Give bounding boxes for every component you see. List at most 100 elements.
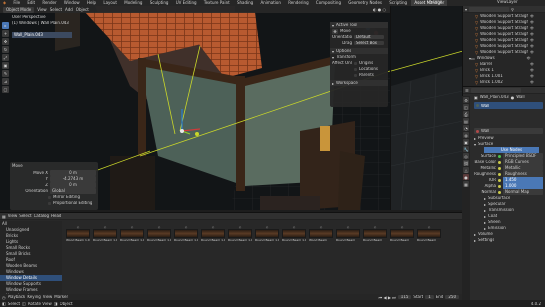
move-tool-icon[interactable]: ✥ xyxy=(2,38,9,45)
move-orientation-dropdown[interactable]: Global xyxy=(50,188,96,194)
render-tab-icon[interactable]: ◫ xyxy=(463,104,469,110)
current-frame-field[interactable]: 115 xyxy=(397,295,412,299)
viewport-menu-object[interactable]: Object xyxy=(76,7,89,12)
collapse-icon[interactable]: ▾ xyxy=(474,142,476,147)
asset-card[interactable]: ◇ Wood Beam 1.00 xyxy=(66,225,90,295)
visibility-eye-icon[interactable]: 👁 xyxy=(530,80,534,84)
play-controls-icon[interactable]: ⏮ ◀ ▶ ⏭ xyxy=(379,295,396,300)
subsection-sheen[interactable]: Sheen xyxy=(488,220,501,224)
timeline-menu-marker[interactable]: Marker xyxy=(54,295,68,299)
orientation-dropdown[interactable]: Default xyxy=(354,35,384,39)
collapse-icon[interactable]: ▸ xyxy=(474,136,476,141)
annotate-tool-icon[interactable]: ✎ xyxy=(2,70,9,77)
asset-card[interactable]: ◇Round Beam 1.00 xyxy=(120,225,144,295)
timeline-editor-icon[interactable]: ◷ xyxy=(2,295,6,300)
asset-card[interactable]: ◇ Round Beam xyxy=(417,225,441,295)
asset-card[interactable]: ◇Round Beam 1.00 xyxy=(228,225,252,295)
object-tab-icon[interactable]: ▣ xyxy=(463,139,469,145)
collapse-icon[interactable]: ▾ xyxy=(332,23,334,28)
select-tool-icon[interactable]: ▸ xyxy=(2,22,9,29)
material-slot-item[interactable]: Wall xyxy=(481,104,489,108)
asset-menu-catalog[interactable]: Catalog xyxy=(34,214,49,218)
collapse-icon[interactable]: ▸ xyxy=(484,214,486,219)
collapse-icon[interactable]: ▾ xyxy=(332,49,334,54)
surface-section[interactable]: Surface xyxy=(478,142,493,146)
alpha-socket-icon[interactable] xyxy=(498,184,501,188)
collapse-icon[interactable]: ▸ xyxy=(474,232,476,237)
filter-funnel-icon[interactable]: ⚲ xyxy=(511,7,514,12)
output-tab-icon[interactable]: ⎙ xyxy=(463,111,469,117)
asset-card[interactable]: ◇Round Beam 1.00 xyxy=(147,225,171,295)
asset-menu-select[interactable]: Select xyxy=(19,214,31,218)
viewport-menu-select[interactable]: Select xyxy=(50,7,62,12)
workspace-title[interactable]: Workspace xyxy=(336,81,358,85)
subsection-coat[interactable]: Coat xyxy=(488,214,497,218)
data-tab-icon[interactable]: △ xyxy=(463,167,469,173)
visibility-eye-icon[interactable]: 👁 xyxy=(530,68,534,72)
scene-tab-icon[interactable]: ◔ xyxy=(463,125,469,131)
shading-mode-icon[interactable]: ◐ ● ○ xyxy=(373,7,386,12)
visibility-eye-icon[interactable]: 👁 xyxy=(527,56,531,60)
visibility-eye-icon[interactable]: 👁 xyxy=(530,44,534,48)
volume-section[interactable]: Volume xyxy=(478,232,493,236)
collapse-icon[interactable]: ▸ xyxy=(332,81,334,86)
asset-card[interactable]: ◇Round Beam 1.00 xyxy=(93,225,117,295)
collapse-icon[interactable]: ▸ xyxy=(474,238,476,243)
tool-tab-icon[interactable]: ⚙ xyxy=(463,97,469,103)
asset-card[interactable]: ◇Round Beam 1.00 xyxy=(282,225,306,295)
collapse-icon[interactable]: ▸ xyxy=(484,202,486,207)
texture-tab-icon[interactable]: ▦ xyxy=(463,181,469,187)
modifier-tab-icon[interactable]: 🔧 xyxy=(463,146,469,152)
physics-tab-icon[interactable]: ◎ xyxy=(463,153,469,159)
material-datablock-field[interactable]: Wall xyxy=(481,129,489,133)
start-frame-field[interactable]: 1 xyxy=(425,295,434,299)
scene-selector[interactable]: Scene xyxy=(430,0,442,4)
measure-tool-icon[interactable]: ⊿ xyxy=(2,78,9,85)
scale-tool-icon[interactable]: ⤢ xyxy=(2,54,9,61)
asset-card[interactable]: ◇Round Beam 1.00 xyxy=(201,225,225,295)
add-cube-tool-icon[interactable]: ▢ xyxy=(2,86,9,93)
asset-card[interactable]: ◇ Round Beam xyxy=(390,225,414,295)
asset-card[interactable]: ◇ Round Beam xyxy=(336,225,360,295)
transform-title[interactable]: Transform xyxy=(336,55,356,59)
asset-card[interactable]: ◇ Round Beam xyxy=(363,225,387,295)
asset-menu-head[interactable]: Head xyxy=(51,214,61,218)
properties-editor-icon[interactable]: ☰ xyxy=(465,88,469,93)
base-color-socket-icon[interactable] xyxy=(498,160,501,164)
outliner-search-input[interactable] xyxy=(469,6,510,12)
collapse-icon[interactable]: ▸ xyxy=(484,220,486,225)
normal-socket-icon[interactable] xyxy=(498,190,501,194)
active-object-header[interactable]: Wall_Plain.043 xyxy=(12,32,72,38)
visibility-eye-icon[interactable]: 👁 xyxy=(530,62,534,66)
ior-socket-icon[interactable] xyxy=(498,178,501,182)
normal-field[interactable]: Normal Map xyxy=(503,189,543,195)
asset-card[interactable]: ◇Round Beam 1.00 xyxy=(174,225,198,295)
parents-checkbox[interactable] xyxy=(354,73,357,77)
visibility-eye-icon[interactable]: 👁 xyxy=(530,26,534,30)
viewport-menu-view[interactable]: View xyxy=(37,7,47,12)
visibility-eye-icon[interactable]: 👁 xyxy=(530,38,534,42)
active-tool-title[interactable]: Active Tool xyxy=(336,23,357,27)
timeline-menu-view[interactable]: View xyxy=(43,295,53,299)
cursor-tool-icon[interactable]: + xyxy=(2,30,9,37)
viewport-menu-add[interactable]: Add xyxy=(65,7,73,12)
subsection-specular[interactable]: Specular xyxy=(488,202,505,206)
view-layer-selector[interactable]: ViewLayer xyxy=(497,0,518,4)
view-layer-tab-icon[interactable]: ▤ xyxy=(463,118,469,124)
material-tab-icon[interactable]: ● xyxy=(463,174,469,180)
mode-selector[interactable]: Object Mode xyxy=(3,6,35,13)
preview-section[interactable]: Preview xyxy=(478,136,494,140)
visibility-eye-icon[interactable]: 👁 xyxy=(530,50,534,54)
world-tab-icon[interactable]: ◍ xyxy=(463,132,469,138)
timeline-menu-playback[interactable]: Playback xyxy=(8,295,26,299)
asset-menu-view[interactable]: View xyxy=(8,214,18,218)
rotate-tool-icon[interactable]: ↻ xyxy=(2,46,9,53)
collapse-icon[interactable]: ▾ xyxy=(332,55,334,60)
move-panel-title[interactable]: Move xyxy=(10,162,98,170)
mirror-editing-checkbox[interactable] xyxy=(48,195,51,199)
editor-type-icon[interactable]: ▦ xyxy=(2,214,6,219)
outliner-filter-icon[interactable]: ▾ xyxy=(465,7,467,12)
constraints-tab-icon[interactable]: ⛓ xyxy=(463,160,469,166)
transform-tool-icon[interactable]: ▣ xyxy=(2,62,9,69)
asset-card[interactable]: ◇Round Beam 1.00 xyxy=(255,225,279,295)
